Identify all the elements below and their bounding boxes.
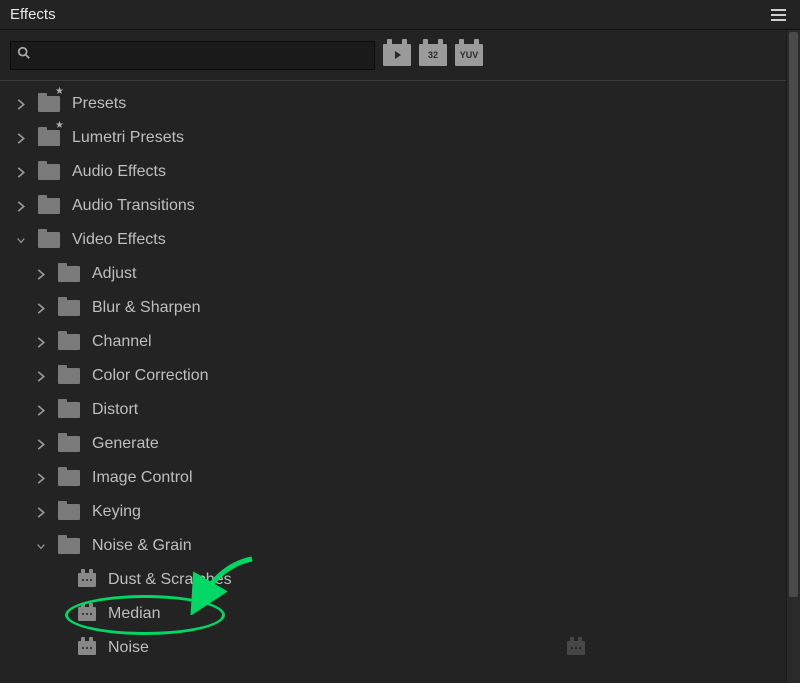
chevron-right-icon — [34, 335, 48, 349]
effect-icon — [78, 607, 96, 621]
row-label: Blur & Sharpen — [92, 299, 201, 317]
chevron-right-icon — [14, 165, 28, 179]
folder-lumetri-presets[interactable]: Lumetri Presets — [0, 121, 800, 155]
chevron-right-icon — [14, 199, 28, 213]
panel-menu-icon[interactable] — [767, 5, 790, 25]
row-label: Video Effects — [72, 231, 166, 249]
folder-icon — [58, 470, 80, 486]
row-label: Noise & Grain — [92, 537, 192, 555]
folder-noise-grain[interactable]: Noise & Grain — [0, 529, 800, 563]
search-icon — [17, 46, 31, 64]
scrollbar[interactable] — [786, 30, 800, 683]
search-input[interactable] — [35, 48, 368, 63]
folder-icon — [38, 198, 60, 214]
effect-badge-icon — [567, 641, 585, 655]
search-box[interactable] — [10, 41, 375, 70]
32bit-filter-icon[interactable]: 32 — [419, 44, 447, 66]
chevron-down-icon — [34, 539, 48, 553]
row-label: Dust & Scratches — [108, 571, 232, 589]
effect-noise[interactable]: Noise — [0, 631, 800, 665]
chevron-right-icon — [34, 301, 48, 315]
folder-presets[interactable]: Presets — [0, 87, 800, 121]
effect-dust-scratches[interactable]: Dust & Scratches — [0, 563, 800, 597]
folder-icon — [58, 266, 80, 282]
effects-tree: Presets Lumetri Presets Audio Effects Au… — [0, 80, 800, 683]
folder-adjust[interactable]: Adjust — [0, 257, 800, 291]
row-label: Keying — [92, 503, 141, 521]
folder-icon — [38, 130, 60, 146]
folder-channel[interactable]: Channel — [0, 325, 800, 359]
row-label: Audio Transitions — [72, 197, 195, 215]
chevron-right-icon — [34, 505, 48, 519]
folder-icon — [58, 334, 80, 350]
row-label: Audio Effects — [72, 163, 166, 181]
row-label: Lumetri Presets — [72, 129, 184, 147]
folder-icon — [58, 402, 80, 418]
row-label: Color Correction — [92, 367, 208, 385]
folder-image-control[interactable]: Image Control — [0, 461, 800, 495]
chevron-right-icon — [14, 131, 28, 145]
chevron-right-icon — [34, 471, 48, 485]
folder-audio-transitions[interactable]: Audio Transitions — [0, 189, 800, 223]
row-label: Median — [108, 605, 160, 623]
row-label: Image Control — [92, 469, 193, 487]
folder-icon — [38, 164, 60, 180]
scrollbar-thumb[interactable] — [789, 32, 798, 597]
chevron-right-icon — [34, 267, 48, 281]
row-label: Generate — [92, 435, 159, 453]
chevron-right-icon — [14, 97, 28, 111]
row-label: Adjust — [92, 265, 136, 283]
effect-median[interactable]: Median — [0, 597, 800, 631]
row-label: Noise — [108, 639, 149, 657]
panel-header: Effects — [0, 0, 800, 30]
folder-icon — [58, 436, 80, 452]
folder-keying[interactable]: Keying — [0, 495, 800, 529]
folder-audio-effects[interactable]: Audio Effects — [0, 155, 800, 189]
folder-color-correction[interactable]: Color Correction — [0, 359, 800, 393]
chevron-down-icon — [14, 233, 28, 247]
folder-video-effects[interactable]: Video Effects — [0, 223, 800, 257]
folder-icon — [38, 96, 60, 112]
folder-icon — [58, 504, 80, 520]
chevron-right-icon — [34, 403, 48, 417]
folder-icon — [58, 368, 80, 384]
effects-panel: Effects 32 YUV Pre — [0, 0, 800, 683]
folder-icon — [38, 232, 60, 248]
chevron-right-icon — [34, 369, 48, 383]
folder-blur-sharpen[interactable]: Blur & Sharpen — [0, 291, 800, 325]
folder-icon — [58, 538, 80, 554]
row-label: Distort — [92, 401, 138, 419]
panel-title: Effects — [10, 6, 56, 23]
effect-icon — [78, 641, 96, 655]
folder-generate[interactable]: Generate — [0, 427, 800, 461]
accelerated-effects-filter-icon[interactable] — [383, 44, 411, 66]
toolbar: 32 YUV — [0, 30, 800, 80]
effect-icon — [78, 573, 96, 587]
yuv-filter-icon[interactable]: YUV — [455, 44, 483, 66]
folder-icon — [58, 300, 80, 316]
chevron-right-icon — [34, 437, 48, 451]
row-label: Channel — [92, 333, 152, 351]
folder-distort[interactable]: Distort — [0, 393, 800, 427]
row-label: Presets — [72, 95, 126, 113]
